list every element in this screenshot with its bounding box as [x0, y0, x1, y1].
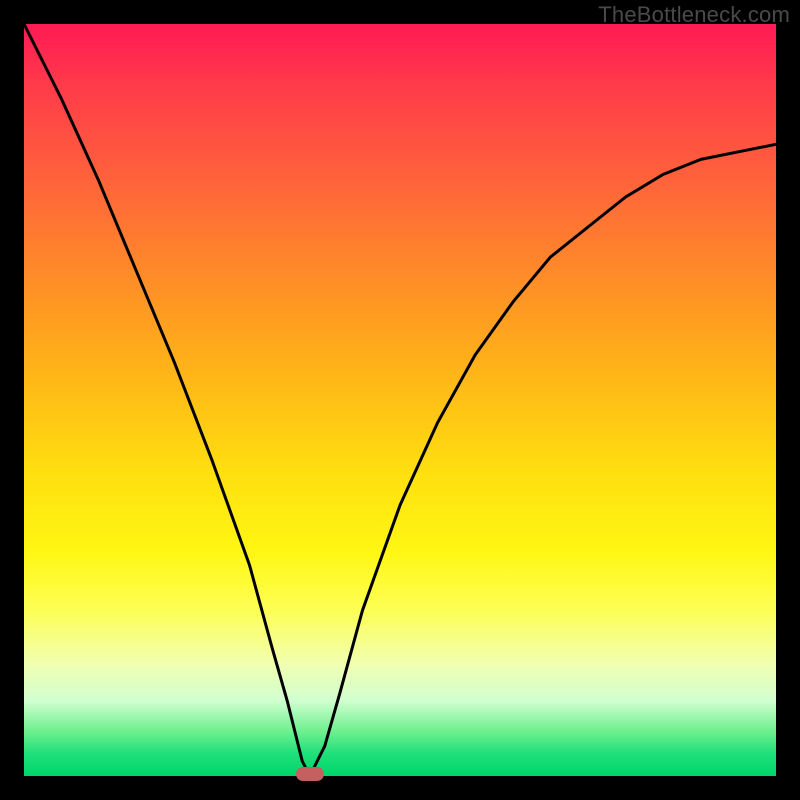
- chart-frame: TheBottleneck.com: [0, 0, 800, 800]
- plot-area: [24, 24, 776, 776]
- watermark-text: TheBottleneck.com: [598, 2, 790, 28]
- optimal-marker: [296, 767, 324, 781]
- bottleneck-curve: [24, 24, 776, 776]
